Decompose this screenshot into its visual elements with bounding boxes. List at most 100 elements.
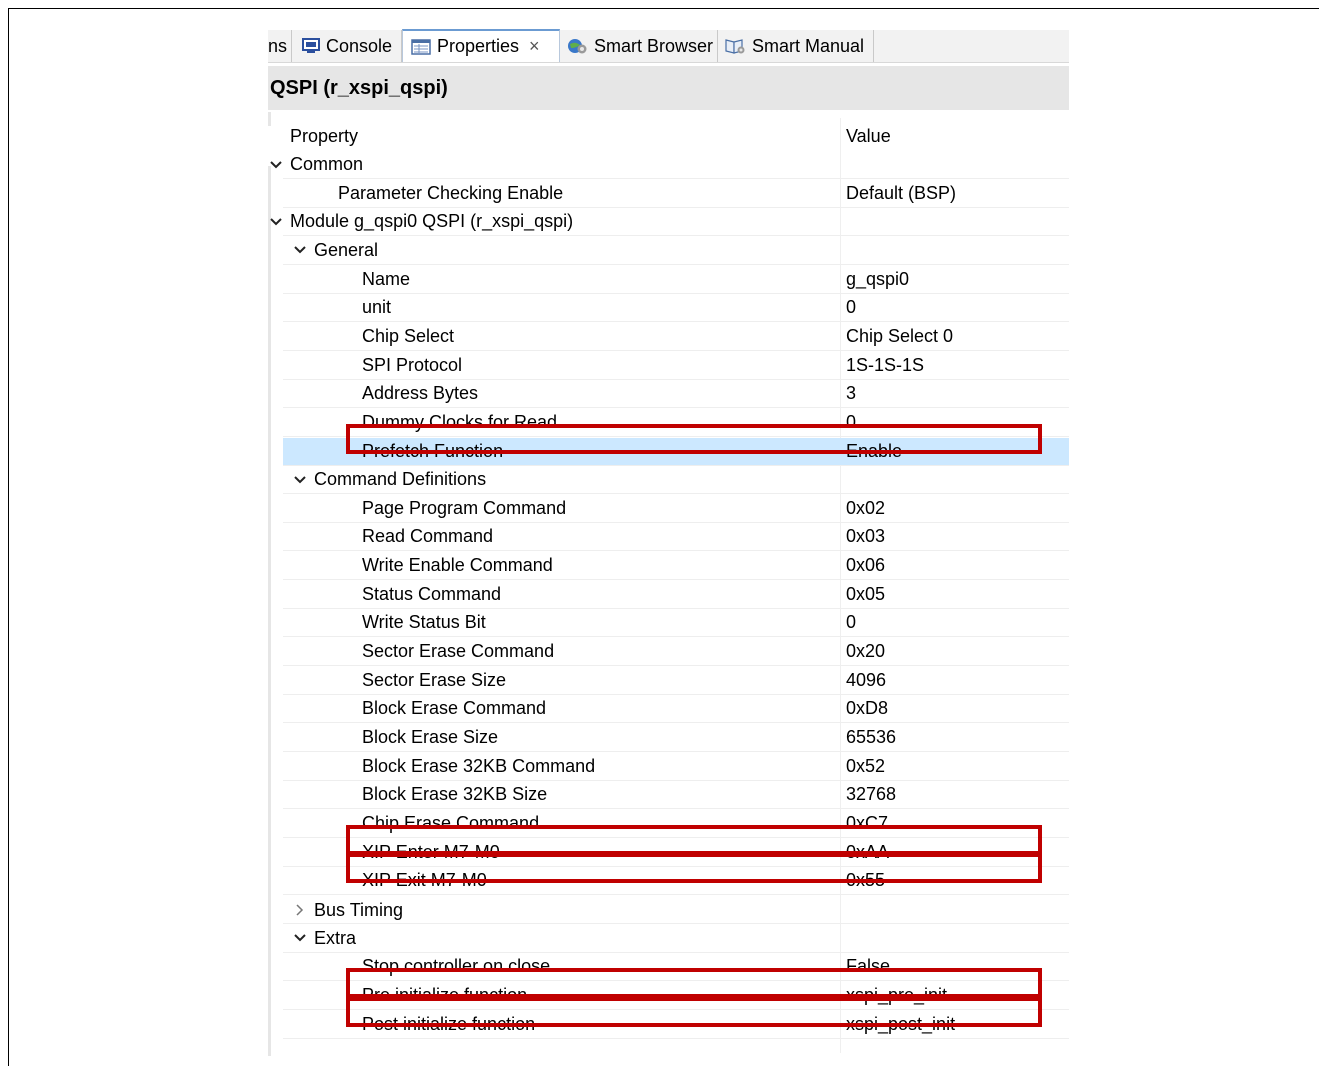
property-name-cell: Chip Select <box>362 326 454 347</box>
close-icon[interactable]: × <box>529 36 540 57</box>
table-row[interactable]: Parameter Checking Enable Default (BSP) <box>283 180 1069 208</box>
property-value-cell[interactable]: 0x52 <box>846 756 885 777</box>
property-value-cell[interactable]: 65536 <box>846 727 896 748</box>
property-name-cell: Sector Erase Command <box>362 641 554 662</box>
table-row[interactable]: Name g_qspi0 <box>283 266 1069 294</box>
property-name-cell: Bus Timing <box>292 899 403 922</box>
table-row[interactable]: Block Erase 32KB Size 32768 <box>283 781 1069 810</box>
column-header-property[interactable]: Property <box>290 126 358 147</box>
table-row[interactable]: Bus Timing <box>283 896 1069 924</box>
property-name-cell: Block Erase Command <box>362 698 546 719</box>
property-name-cell: Common <box>268 154 363 175</box>
property-value-cell[interactable]: Chip Select 0 <box>846 326 953 347</box>
property-name-cell: Block Erase 32KB Command <box>362 756 595 777</box>
table-row[interactable]: Extra <box>283 925 1069 953</box>
table-row[interactable]: Command Definitions <box>283 466 1069 495</box>
chevron-down-icon[interactable] <box>268 156 284 174</box>
table-row[interactable]: Block Erase 32KB Command 0x52 <box>283 753 1069 781</box>
chevron-down-icon[interactable] <box>292 929 308 947</box>
property-label: Parameter Checking Enable <box>338 182 564 203</box>
property-value-cell[interactable]: 0xD8 <box>846 698 888 719</box>
table-row[interactable]: Write Status Bit 0 <box>283 609 1069 638</box>
table-row[interactable]: unit 0 <box>283 294 1069 323</box>
table-row[interactable]: Block Erase Size 65536 <box>283 724 1069 752</box>
tab-console[interactable]: Console <box>292 30 402 62</box>
table-row[interactable]: Status Command 0x05 <box>283 581 1069 609</box>
chevron-down-icon[interactable] <box>292 471 308 489</box>
property-name-cell: Parameter Checking Enable <box>338 183 563 204</box>
property-value-cell[interactable]: Default (BSP) <box>846 183 956 204</box>
property-label: Name <box>362 268 411 289</box>
table-row[interactable]: Block Erase Command 0xD8 <box>283 695 1069 724</box>
table-row[interactable]: Sector Erase Command 0x20 <box>283 638 1069 667</box>
table-row[interactable]: Common <box>270 151 1069 179</box>
table-row[interactable]: Read Command 0x03 <box>283 523 1069 552</box>
property-name-cell: General <box>292 240 378 261</box>
chevron-right-icon[interactable] <box>292 899 308 922</box>
table-row[interactable]: Module g_qspi0 QSPI (r_xspi_qspi) <box>270 208 1069 237</box>
property-label: SPI Protocol <box>362 354 463 375</box>
chevron-down-icon[interactable] <box>292 241 308 259</box>
tab-label: Properties <box>437 36 520 56</box>
property-value-cell[interactable]: 0x02 <box>846 498 885 519</box>
table-row[interactable]: Page Program Command 0x02 <box>283 495 1069 523</box>
properties-icon <box>411 38 431 55</box>
view-tab-bar: ns Console Properties × Smart Browser Sm… <box>268 29 1069 63</box>
property-label: Common <box>290 154 364 174</box>
property-name-cell: Extra <box>292 928 356 949</box>
property-value-cell[interactable]: 0 <box>846 612 856 633</box>
smart-manual-icon <box>725 39 745 54</box>
property-value-cell[interactable]: 0 <box>846 297 856 318</box>
property-name-cell: Command Definitions <box>292 469 486 490</box>
column-header-value[interactable]: Value <box>846 126 891 147</box>
red-highlight-box <box>346 996 1042 1027</box>
tab-smart-browser[interactable]: Smart Browser <box>560 30 718 62</box>
property-value-cell[interactable]: 3 <box>846 383 856 404</box>
property-label: Sector Erase Command <box>362 641 555 662</box>
tab-truncated[interactable]: ns <box>268 30 292 62</box>
property-label: Write Status Bit <box>362 612 486 633</box>
tab-label: Smart Browser <box>594 35 714 56</box>
property-label: Block Erase 32KB Command <box>362 755 596 776</box>
left-gutter <box>268 166 271 1056</box>
property-label: Write Enable Command <box>362 555 553 576</box>
property-value-cell[interactable]: g_qspi0 <box>846 269 909 290</box>
property-value-cell[interactable]: 0x03 <box>846 526 885 547</box>
table-row[interactable]: SPI Protocol 1S-1S-1S <box>283 352 1069 380</box>
property-name-cell: Sector Erase Size <box>362 670 506 691</box>
property-value-cell[interactable]: 1S-1S-1S <box>846 355 924 376</box>
property-name-cell: SPI Protocol <box>362 355 462 376</box>
property-label: unit <box>362 297 392 318</box>
property-name-cell: Write Status Bit <box>362 612 486 633</box>
page-title: QSPI (r_xspi_qspi) <box>270 77 448 99</box>
property-value-cell[interactable]: 0x20 <box>846 641 885 662</box>
left-gutter <box>268 112 271 126</box>
tab-label: ns <box>268 35 288 56</box>
property-label: Extra <box>314 927 357 948</box>
property-label: Block Erase Command <box>362 698 547 719</box>
table-row[interactable]: Write Enable Command 0x06 <box>283 552 1069 581</box>
property-label: Block Erase Size <box>362 727 499 747</box>
table-row[interactable]: Address Bytes 3 <box>283 380 1069 409</box>
property-label: Chip Select <box>362 325 455 346</box>
red-highlight-box <box>346 824 1042 855</box>
property-label: Sector Erase Size <box>362 669 507 690</box>
properties-title-bar: QSPI (r_xspi_qspi) <box>268 66 1069 110</box>
property-label: Page Program Command <box>362 497 567 518</box>
smart-browser-icon <box>568 39 587 54</box>
property-value-cell[interactable]: 4096 <box>846 670 886 691</box>
property-label: Read Command <box>362 526 494 547</box>
property-value-cell[interactable]: 0x05 <box>846 584 885 605</box>
property-value-cell[interactable]: 0x06 <box>846 555 885 576</box>
property-name-cell: Status Command <box>362 584 501 605</box>
property-name-cell: Page Program Command <box>362 498 566 519</box>
property-label: Block Erase 32KB Size <box>362 784 548 805</box>
tab-properties[interactable]: Properties × <box>402 29 560 62</box>
property-value-cell[interactable]: 32768 <box>846 784 896 805</box>
table-row[interactable]: Chip Select Chip Select 0 <box>283 323 1069 351</box>
chevron-down-icon[interactable] <box>268 213 284 231</box>
property-name-cell: Write Enable Command <box>362 555 553 576</box>
table-row[interactable]: General <box>283 237 1069 265</box>
table-row[interactable]: Sector Erase Size 4096 <box>283 667 1069 695</box>
tab-smart-manual[interactable]: Smart Manual <box>718 30 874 62</box>
